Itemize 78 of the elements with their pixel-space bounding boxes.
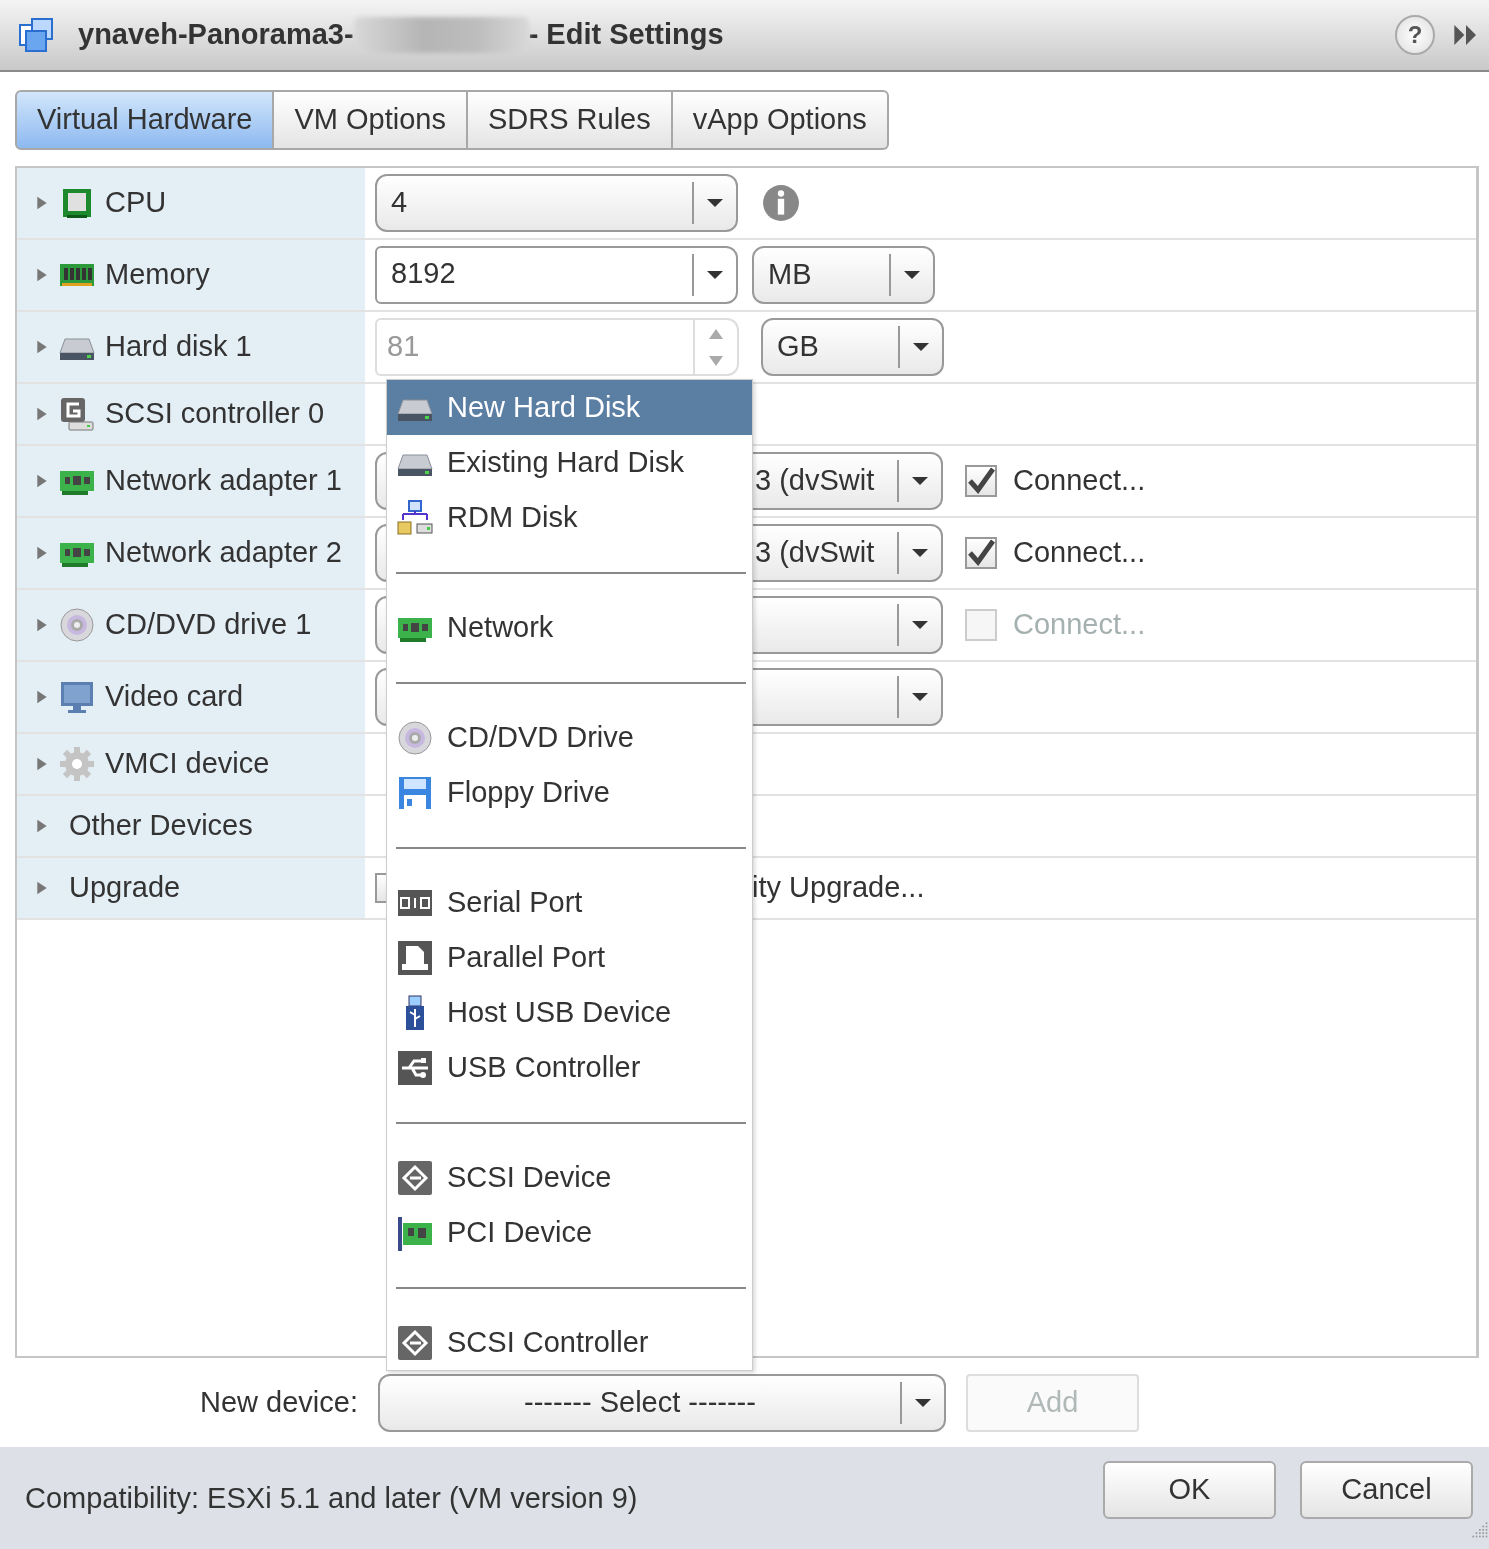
expand-icon[interactable] [35, 688, 49, 706]
device-label: CD/DVD drive 1 [105, 607, 312, 643]
device-label: Network adapter 2 [105, 535, 342, 571]
dropdown[interactable]: 4 [375, 174, 738, 232]
caret-icon [912, 477, 928, 485]
scsi-icon [397, 1324, 433, 1361]
caret-icon [912, 693, 928, 701]
menu-item[interactable]: USB Controller [387, 1040, 752, 1095]
tab[interactable]: VM Options [274, 90, 468, 150]
checkbox[interactable] [965, 465, 997, 497]
device-label: Network adapter 1 [105, 463, 342, 499]
expand-icon[interactable] [35, 472, 49, 490]
device-label: Upgrade [69, 870, 181, 906]
device-label: Hard disk 1 [105, 329, 252, 365]
device-label: SCSI controller 0 [105, 396, 325, 432]
checkbox[interactable] [965, 537, 997, 569]
menu-item[interactable]: Host USB Device [387, 985, 752, 1040]
tab[interactable]: vApp Options [672, 90, 889, 150]
ok-button[interactable]: OK [1103, 1461, 1276, 1519]
info-icon [762, 184, 800, 222]
upgrade-label: ity Upgrade... [752, 870, 925, 906]
expand-icon[interactable] [35, 405, 49, 423]
menu-item[interactable]: Existing Hard Disk [387, 435, 752, 490]
caret-icon [912, 549, 928, 557]
usb-symbol-icon [397, 1049, 433, 1086]
caret-icon [707, 271, 723, 279]
device-label: VMCI device [105, 746, 270, 782]
menu-item[interactable]: Parallel Port [387, 930, 752, 985]
tab[interactable]: Virtual Hardware [15, 90, 275, 150]
tab[interactable]: SDRS Rules [467, 90, 673, 150]
menu-item[interactable]: SCSI Device [387, 1150, 752, 1205]
connect-label: Connect... [1013, 607, 1146, 643]
disc-icon [59, 607, 95, 643]
connect-label: Connect... [1013, 463, 1146, 499]
dropdown[interactable]: ------- Select ------- [377, 1374, 946, 1432]
connect-label: Connect... [1013, 535, 1146, 571]
vm-icon [18, 17, 54, 53]
menu-item[interactable]: Floppy Drive [387, 765, 752, 820]
disc-icon [397, 719, 433, 756]
dropdown[interactable]: 8192 [375, 246, 738, 304]
menu-item[interactable]: SCSI Controller [387, 1315, 752, 1370]
scsi-icon [397, 1159, 433, 1196]
expand-icon[interactable] [35, 266, 49, 284]
device-label: Other Devices [69, 808, 253, 844]
device-label: Video card [105, 679, 244, 715]
dropdown[interactable]: MB [752, 246, 935, 304]
cancel-button[interactable]: Cancel [1300, 1461, 1473, 1519]
window-title: - Edit Settings [528, 17, 724, 53]
pci-card-icon [397, 1214, 433, 1251]
menu-item[interactable]: PCI Device [387, 1205, 752, 1260]
caret-icon [912, 621, 928, 629]
expand-icon[interactable] [35, 544, 49, 562]
menu-item[interactable]: CD/DVD Drive [387, 710, 752, 765]
compatibility-text: Compatibility: ESXi 5.1 and later (VM version 9) [25, 1481, 638, 1516]
gear-icon [59, 746, 95, 782]
expand-icon[interactable] [35, 755, 49, 773]
menu-item[interactable]: RDM Disk [387, 490, 752, 545]
printer-icon [397, 939, 433, 976]
dropdown[interactable]: GB [761, 318, 944, 376]
caret-icon [914, 1399, 931, 1407]
caret-icon [913, 343, 929, 351]
expand-icon[interactable] [35, 817, 49, 835]
device-label: CPU [105, 185, 167, 221]
scsi-controller-icon [59, 396, 95, 432]
menu-item[interactable]: New Hard Disk [387, 380, 752, 435]
window-title: ynaveh-Panorama3- [78, 17, 354, 53]
expand-icon[interactable] [35, 879, 49, 897]
expand-icon[interactable] [35, 194, 49, 212]
menu-item[interactable]: Network [387, 600, 752, 655]
device-label: Memory [105, 257, 210, 293]
caret-icon [707, 199, 723, 207]
help-button[interactable]: ? [1395, 15, 1435, 55]
new-device-label: New device: [200, 1385, 358, 1421]
caret-icon [904, 271, 920, 279]
expand-icon[interactable] [35, 338, 49, 356]
monitor-icon [59, 679, 95, 715]
rdm-disk-icon [397, 499, 433, 536]
menu-item[interactable]: Serial Port [387, 875, 752, 930]
